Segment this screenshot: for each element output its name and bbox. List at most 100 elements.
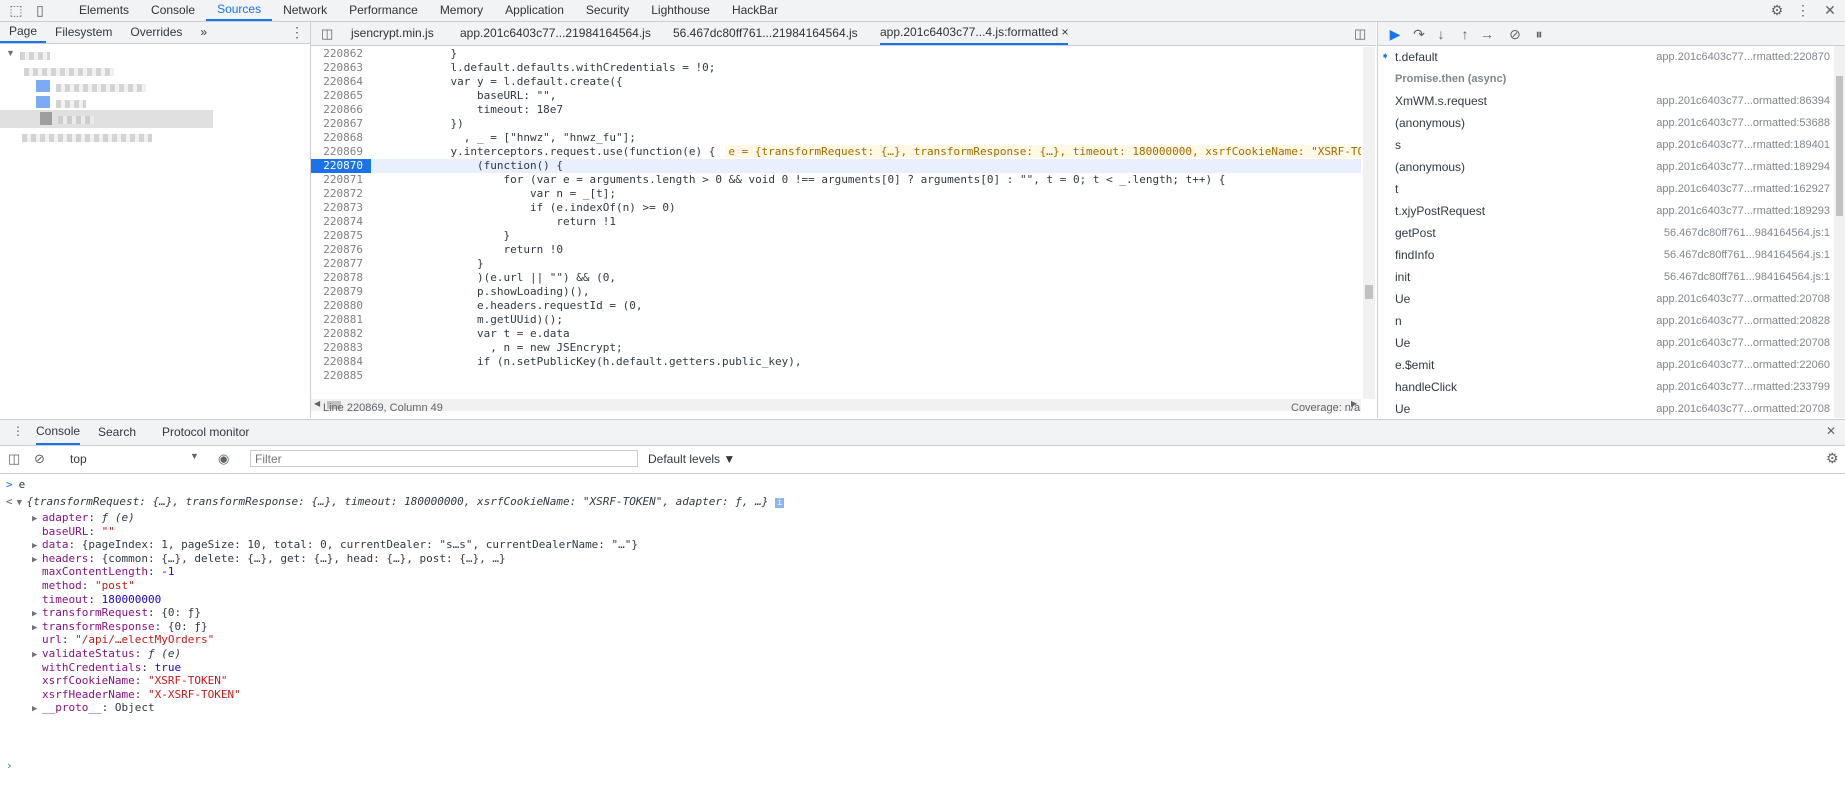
frame-location[interactable]: app.201c6403c77...rmatted:220870 bbox=[1656, 46, 1830, 68]
line-number[interactable]: 220880 bbox=[311, 299, 371, 313]
line-number[interactable]: 220871 bbox=[311, 173, 371, 187]
paused-code-line[interactable]: 220870 (function() { bbox=[311, 159, 1361, 173]
call-frame[interactable]: n app.201c6403c77...ormatted:20828 bbox=[1378, 310, 1830, 332]
expand-triangle-icon[interactable]: ▶ bbox=[32, 701, 42, 717]
frame-location[interactable]: app.201c6403c77...rmatted:189401 bbox=[1656, 134, 1830, 156]
close-tab-icon[interactable]: × bbox=[1061, 25, 1068, 39]
code-line[interactable]: 220871 for (var e = arguments.length > 0… bbox=[311, 173, 1361, 187]
more-icon[interactable]: ⋮ bbox=[290, 24, 304, 41]
line-number[interactable]: 220868 bbox=[311, 131, 371, 145]
device-toolbar-icon[interactable]: ▯ bbox=[32, 2, 48, 18]
gear-icon[interactable]: ⚙ bbox=[1769, 2, 1785, 18]
frame-location[interactable]: app.201c6403c77...ormatted:20708 bbox=[1656, 288, 1830, 310]
frame-location[interactable]: app.201c6403c77...rmatted:162927 bbox=[1656, 178, 1830, 200]
code-line[interactable]: 220866 timeout: 18e7 bbox=[311, 103, 1361, 117]
line-number[interactable]: 220874 bbox=[311, 215, 371, 229]
tree-expand-icon[interactable]: ▼ bbox=[6, 48, 15, 58]
frame-location[interactable]: 56.467dc80ff761...984164564.js:1 bbox=[1664, 244, 1830, 266]
pause-on-exceptions-icon[interactable]: ⏸ bbox=[1530, 25, 1548, 43]
navigator-tab[interactable]: Filesystem bbox=[46, 22, 121, 43]
code-line[interactable]: 220882 var t = e.data bbox=[311, 327, 1361, 341]
top-tab-sources[interactable]: Sources bbox=[206, 0, 273, 21]
expand-triangle-icon[interactable]: ▼ bbox=[17, 495, 27, 511]
sidebar-toggle-icon[interactable]: ◫ bbox=[8, 451, 20, 467]
drawer-tab-console[interactable]: Console bbox=[36, 420, 81, 445]
inspect-element-icon[interactable]: ⬚ bbox=[8, 2, 24, 18]
code-line[interactable]: 220878 )(e.url || "") && (0, bbox=[311, 271, 1361, 285]
call-frame[interactable]: handleClick app.201c6403c77...rmatted:233… bbox=[1378, 376, 1830, 398]
line-number[interactable]: 220875 bbox=[311, 229, 371, 243]
line-number[interactable]: 220866 bbox=[311, 103, 371, 117]
line-number[interactable]: 220881 bbox=[311, 313, 371, 327]
step-over-icon[interactable]: ↷ bbox=[1410, 25, 1428, 43]
frame-location[interactable]: app.201c6403c77...rmatted:233799 bbox=[1656, 376, 1830, 398]
file-tab-active[interactable]: app.201c6403c77...4.js:formatted × bbox=[880, 22, 1069, 45]
top-tab-hackbar[interactable]: HackBar bbox=[721, 0, 789, 21]
top-tab-memory[interactable]: Memory bbox=[429, 0, 494, 21]
console-result-summary[interactable]: < ▼ {transformRequest: {…}, transformRespo… bbox=[0, 494, 785, 511]
call-frame[interactable]: init 56.467dc80ff761...984164564.js:1 bbox=[1378, 266, 1830, 288]
code-line[interactable]: 220885 bbox=[311, 369, 1361, 383]
info-icon[interactable]: i bbox=[774, 498, 785, 508]
call-frame[interactable]: s app.201c6403c77...rmatted:189401 bbox=[1378, 134, 1830, 156]
frame-location[interactable]: app.201c6403c77...rmatted:189293 bbox=[1656, 200, 1830, 222]
scrollbar-thumb[interactable] bbox=[1836, 76, 1843, 216]
call-frame[interactable]: findInfo 56.467dc80ff761...984164564.js:1 bbox=[1378, 244, 1830, 266]
navigator-tab[interactable]: Page bbox=[0, 22, 47, 43]
code-line[interactable]: 220874 return !1 bbox=[311, 215, 1361, 229]
call-frame[interactable]: ➧ t.default app.201c6403c77...rmatted:2208… bbox=[1378, 46, 1830, 68]
code-line[interactable]: 220884 if (n.setPublicKey(h.default.gett… bbox=[311, 355, 1361, 369]
code-line[interactable]: 220862 } bbox=[311, 47, 1361, 61]
more-options-icon[interactable]: ⋮ bbox=[1795, 2, 1811, 18]
frame-location[interactable]: app.201c6403c77...ormatted:20708 bbox=[1656, 398, 1830, 420]
code-line[interactable]: 220873 if (e.indexOf(n) >= 0) bbox=[311, 201, 1361, 215]
call-stack-scrollbar[interactable] bbox=[1834, 46, 1845, 418]
log-levels-dropdown[interactable]: Default levels ▼ bbox=[648, 452, 735, 466]
tree-item[interactable] bbox=[20, 52, 50, 60]
code-line[interactable]: 220875 } bbox=[311, 229, 1361, 243]
line-number[interactable]: 220867 bbox=[311, 117, 371, 131]
scrollbar-thumb[interactable] bbox=[1365, 285, 1373, 299]
code-line[interactable]: 220869 y.interceptors.request.use(functi… bbox=[311, 145, 1361, 159]
toggle-debugger-icon[interactable]: ◫ bbox=[1354, 26, 1366, 42]
console-prompt[interactable]: › bbox=[0, 758, 19, 774]
line-number[interactable]: 220877 bbox=[311, 257, 371, 271]
line-number[interactable]: 220876 bbox=[311, 243, 371, 257]
deactivate-breakpoints-icon[interactable]: ⊘ bbox=[1506, 25, 1524, 43]
code-line[interactable]: 220876 return !0 bbox=[311, 243, 1361, 257]
resume-icon[interactable]: ▶ bbox=[1386, 25, 1404, 43]
call-frame[interactable]: e.$emit app.201c6403c77...ormatted:22060 bbox=[1378, 354, 1830, 376]
drawer-menu-icon[interactable]: ⋮ bbox=[12, 424, 24, 438]
code-line[interactable]: 220867 }) bbox=[311, 117, 1361, 131]
call-frame[interactable]: (anonymous) app.201c6403c77...ormatted:53… bbox=[1378, 112, 1830, 134]
line-number[interactable]: 220879 bbox=[311, 285, 371, 299]
frame-location[interactable]: app.201c6403c77...ormatted:22060 bbox=[1656, 354, 1830, 376]
frame-location[interactable]: app.201c6403c77...ormatted:53688 bbox=[1656, 112, 1830, 134]
file-tab[interactable]: jsencrypt.min.js bbox=[351, 22, 434, 45]
top-tab-lighthouse[interactable]: Lighthouse bbox=[640, 0, 721, 21]
line-number[interactable]: 220885 bbox=[311, 369, 371, 383]
top-tab-elements[interactable]: Elements bbox=[68, 0, 140, 21]
line-number[interactable]: 220872 bbox=[311, 187, 371, 201]
top-tab-network[interactable]: Network bbox=[272, 0, 338, 21]
top-tab-performance[interactable]: Performance bbox=[338, 0, 429, 21]
code-line[interactable]: 220868 , _ = ["hnwz", "hnwz_fu"]; bbox=[311, 131, 1361, 145]
call-frame[interactable]: Ue app.201c6403c77...ormatted:20708 bbox=[1378, 398, 1830, 420]
call-frame[interactable]: getPost 56.467dc80ff761...984164564.js:1 bbox=[1378, 222, 1830, 244]
call-frame[interactable]: Ue app.201c6403c77...ormatted:20708 bbox=[1378, 288, 1830, 310]
tree-item[interactable] bbox=[24, 68, 114, 76]
line-number[interactable]: 220884 bbox=[311, 355, 371, 369]
navigator-tab[interactable]: » bbox=[191, 22, 216, 43]
tree-item[interactable] bbox=[56, 100, 86, 108]
drawer-tab-search[interactable]: Search bbox=[98, 420, 136, 445]
call-frame[interactable]: t.xjyPostRequest app.201c6403c77...rmatte… bbox=[1378, 200, 1830, 222]
code-line[interactable]: 220883 , n = new JSEncrypt; bbox=[311, 341, 1361, 355]
vertical-scrollbar[interactable] bbox=[1363, 47, 1375, 399]
tree-item[interactable] bbox=[58, 116, 94, 124]
step-out-icon[interactable]: ↑ bbox=[1456, 25, 1474, 43]
drawer-tab-protocol-monitor[interactable]: Protocol monitor bbox=[162, 420, 249, 445]
scroll-left-icon[interactable]: ◀ bbox=[314, 399, 320, 408]
call-frame[interactable]: (anonymous) app.201c6403c77...rmatted:189… bbox=[1378, 156, 1830, 178]
code-line[interactable]: 220879 p.showLoading)(), bbox=[311, 285, 1361, 299]
object-property[interactable]: ▶ __proto__: Object bbox=[32, 700, 155, 717]
